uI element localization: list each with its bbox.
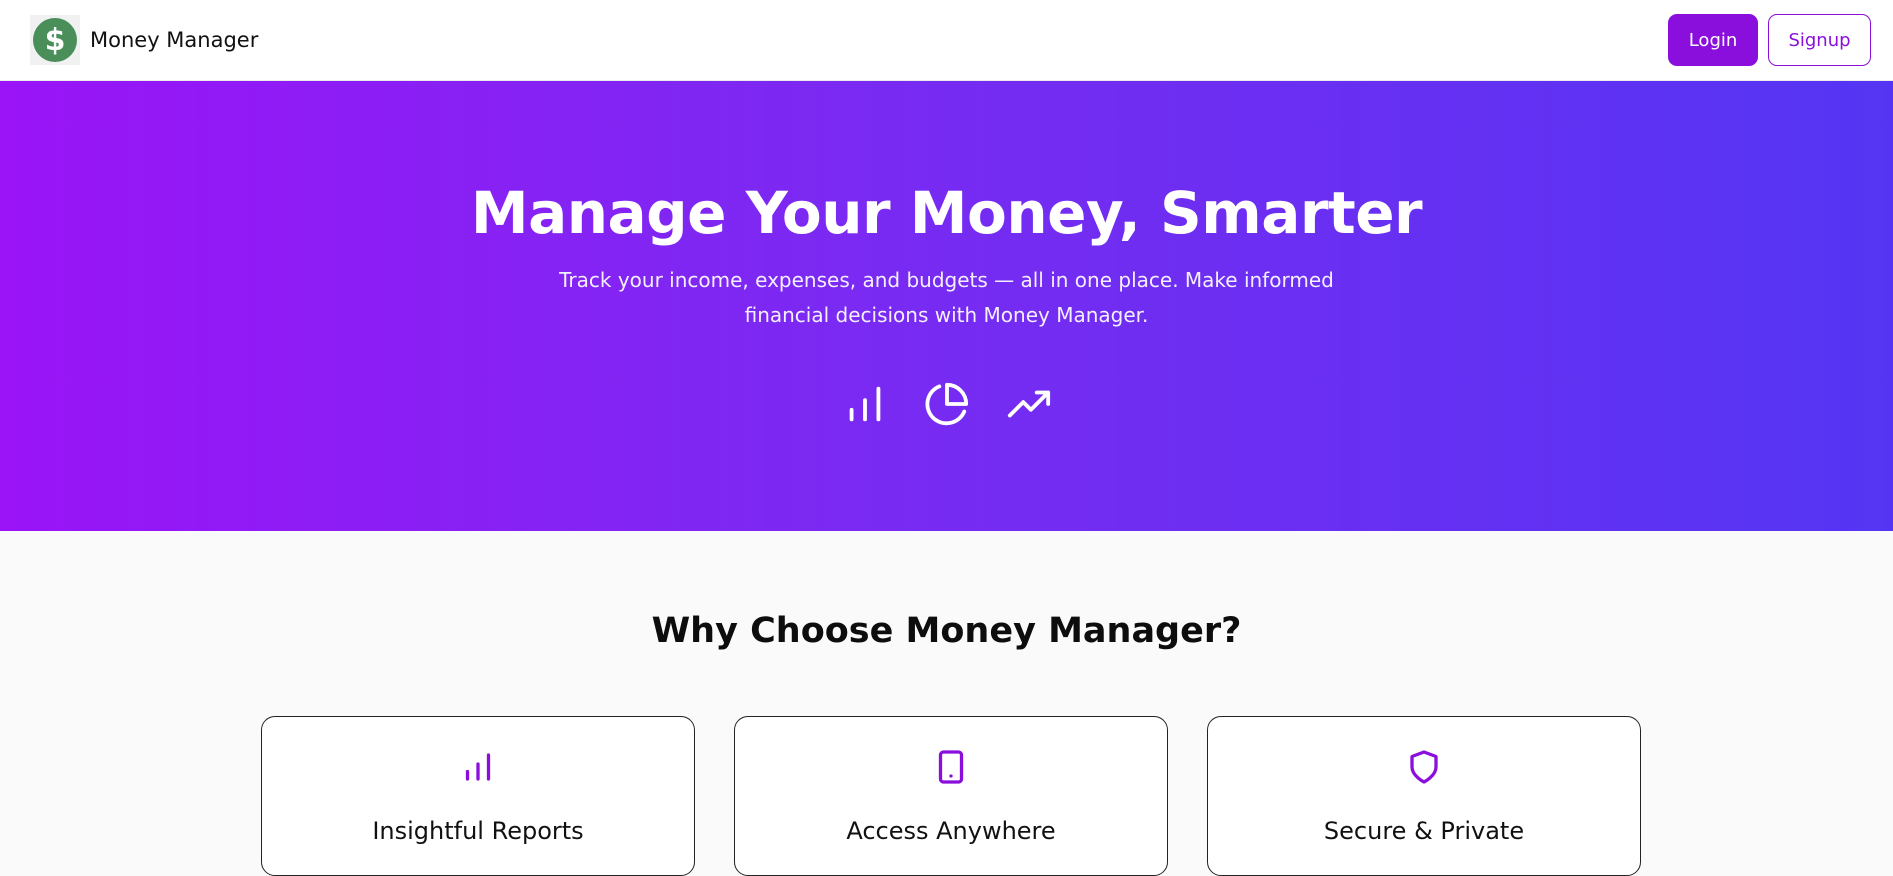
- shield-icon: [1410, 750, 1438, 784]
- top-navbar: $ Money Manager Login Signup: [0, 0, 1893, 81]
- feature-card-reports: Insightful Reports: [261, 716, 695, 876]
- hero-title: Manage Your Money, Smarter: [470, 179, 1423, 247]
- nav-actions: Login Signup: [1668, 14, 1871, 66]
- logo: $: [30, 15, 80, 65]
- hero-subtitle: Track your income, expenses, and budgets…: [559, 268, 1334, 327]
- dollar-icon: $: [33, 18, 77, 62]
- tablet-icon: [938, 750, 964, 784]
- bar-chart-icon: [849, 386, 880, 422]
- brand[interactable]: $ Money Manager: [30, 15, 258, 65]
- feature-title: Insightful Reports: [372, 817, 584, 845]
- trending-up-icon: [1007, 390, 1050, 418]
- login-button[interactable]: Login: [1668, 14, 1758, 66]
- hero-icons: [0, 381, 1893, 427]
- feature-title: Secure & Private: [1323, 817, 1525, 845]
- hero-section: Manage Your Money, Smarter Track your in…: [0, 81, 1893, 531]
- pie-chart-icon: [925, 382, 968, 426]
- bar-chart-icon: [465, 753, 491, 781]
- feature-title: Access Anywhere: [846, 817, 1056, 845]
- brand-name: Money Manager: [90, 28, 259, 52]
- feature-card-secure: Secure & Private: [1207, 716, 1641, 876]
- feature-card-access: Access Anywhere: [734, 716, 1168, 876]
- features-title: Why Choose Money Manager?: [651, 611, 1242, 651]
- features-section: Why Choose Money Manager? Insightful Rep…: [0, 531, 1893, 876]
- signup-button[interactable]: Signup: [1768, 14, 1871, 66]
